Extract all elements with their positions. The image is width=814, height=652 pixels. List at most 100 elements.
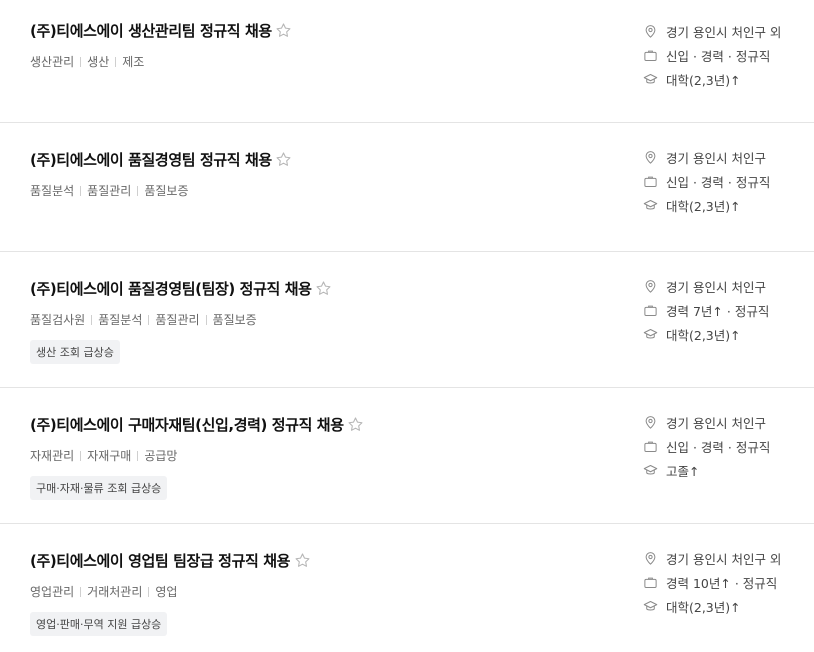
location-pin-icon bbox=[642, 550, 658, 566]
job-card[interactable]: (주)티에스에이 품질경영팀(팀장) 정규직 채용 품질검사원 품질분석 품질관… bbox=[0, 252, 814, 388]
location-row: 경기 용인시 처인구 bbox=[642, 145, 770, 169]
tag: 품질분석 bbox=[98, 313, 143, 327]
star-outline-icon[interactable] bbox=[293, 551, 311, 569]
career-text: 신입 · 경력 · 정규직 bbox=[666, 48, 771, 64]
job-card[interactable]: (주)티에스에이 구매자재팀(신입,경력) 정규직 채용 자재관리 자재구매 공… bbox=[0, 388, 814, 524]
tag-divider bbox=[80, 586, 82, 597]
career-row: 신입 · 경력 · 정규직 bbox=[642, 434, 770, 458]
tag: 품질관리 bbox=[155, 313, 200, 327]
tag: 품질관리 bbox=[87, 184, 132, 198]
tag: 생산 bbox=[87, 55, 110, 69]
tag-divider bbox=[148, 314, 150, 325]
tag-divider bbox=[80, 450, 82, 461]
job-meta: 경기 용인시 처인구 신입 · 경력 · 정규직 고졸↑ bbox=[642, 410, 770, 482]
job-meta: 경기 용인시 처인구 외 경력 10년↑ · 정규직 대학(2,3년)↑ bbox=[642, 546, 781, 618]
tag: 거래처관리 bbox=[87, 585, 143, 599]
location-row: 경기 용인시 처인구 bbox=[642, 274, 769, 298]
location-text: 경기 용인시 처인구 bbox=[666, 415, 766, 431]
education-text: 대학(2,3년)↑ bbox=[666, 599, 741, 615]
title-row: (주)티에스에이 품질경영팀(팀장) 정규직 채용 bbox=[30, 278, 333, 298]
star-outline-icon[interactable] bbox=[275, 21, 293, 39]
career-row: 경력 7년↑ · 정규직 bbox=[642, 298, 769, 322]
tag: 영업 bbox=[155, 585, 178, 599]
tag: 제조 bbox=[122, 55, 145, 69]
tag: 영업관리 bbox=[30, 585, 75, 599]
job-tags: 영업관리 거래처관리 영업 bbox=[30, 583, 177, 600]
briefcase-icon bbox=[642, 173, 658, 189]
location-text: 경기 용인시 처인구 bbox=[666, 279, 766, 295]
job-title[interactable]: (주)티에스에이 생산관리팀 정규직 채용 bbox=[30, 20, 272, 41]
career-text: 경력 7년↑ · 정규직 bbox=[666, 303, 770, 319]
career-row: 신입 · 경력 · 정규직 bbox=[642, 43, 781, 67]
trending-badge: 생산 조회 급상승 bbox=[30, 340, 120, 364]
location-text: 경기 용인시 처인구 bbox=[666, 150, 766, 166]
graduation-cap-icon bbox=[642, 598, 658, 614]
education-row: 대학(2,3년)↑ bbox=[642, 594, 781, 618]
career-text: 신입 · 경력 · 정규직 bbox=[666, 174, 771, 190]
location-text: 경기 용인시 처인구 외 bbox=[666, 551, 782, 567]
location-pin-icon bbox=[642, 278, 658, 294]
graduation-cap-icon bbox=[642, 197, 658, 213]
job-meta: 경기 용인시 처인구 경력 7년↑ · 정규직 대학(2,3년)↑ bbox=[642, 274, 769, 346]
tag-divider bbox=[205, 314, 207, 325]
education-row: 대학(2,3년)↑ bbox=[642, 193, 770, 217]
location-row: 경기 용인시 처인구 외 bbox=[642, 546, 781, 570]
career-text: 신입 · 경력 · 정규직 bbox=[666, 439, 771, 455]
job-card[interactable]: (주)티에스에이 영업팀 팀장급 정규직 채용 영업관리 거래처관리 영업 영업… bbox=[0, 524, 814, 652]
briefcase-icon bbox=[642, 574, 658, 590]
job-title[interactable]: (주)티에스에이 품질경영팀(팀장) 정규직 채용 bbox=[30, 278, 312, 299]
job-tags: 자재관리 자재구매 공급망 bbox=[30, 447, 177, 464]
star-outline-icon[interactable] bbox=[315, 279, 333, 297]
job-card[interactable]: (주)티에스에이 품질경영팀 정규직 채용 품질분석 품질관리 품질보증 경기 … bbox=[0, 123, 814, 252]
graduation-cap-icon bbox=[642, 462, 658, 478]
tag-divider bbox=[80, 185, 82, 196]
tag: 생산관리 bbox=[30, 55, 75, 69]
education-row: 대학(2,3년)↑ bbox=[642, 67, 781, 91]
job-meta: 경기 용인시 처인구 신입 · 경력 · 정규직 대학(2,3년)↑ bbox=[642, 145, 770, 217]
tag-divider bbox=[91, 314, 93, 325]
career-text: 경력 10년↑ · 정규직 bbox=[666, 575, 778, 591]
location-pin-icon bbox=[642, 414, 658, 430]
job-title[interactable]: (주)티에스에이 영업팀 팀장급 정규직 채용 bbox=[30, 550, 290, 571]
job-tags: 생산관리 생산 제조 bbox=[30, 53, 144, 70]
tag: 공급망 bbox=[144, 449, 178, 463]
job-card[interactable]: (주)티에스에이 생산관리팀 정규직 채용 생산관리 생산 제조 경기 용인시 … bbox=[0, 0, 814, 123]
tag: 품질분석 bbox=[30, 184, 75, 198]
job-tags: 품질검사원 품질분석 품질관리 품질보증 bbox=[30, 311, 257, 328]
graduation-cap-icon bbox=[642, 71, 658, 87]
tag-divider bbox=[137, 185, 139, 196]
star-outline-icon[interactable] bbox=[275, 150, 293, 168]
briefcase-icon bbox=[642, 47, 658, 63]
education-text: 고졸↑ bbox=[666, 463, 700, 479]
career-row: 경력 10년↑ · 정규직 bbox=[642, 570, 781, 594]
title-row: (주)티에스에이 영업팀 팀장급 정규직 채용 bbox=[30, 550, 311, 570]
education-row: 대학(2,3년)↑ bbox=[642, 322, 769, 346]
job-tags: 품질분석 품질관리 품질보증 bbox=[30, 182, 189, 199]
star-outline-icon[interactable] bbox=[347, 415, 365, 433]
tag: 품질검사원 bbox=[30, 313, 86, 327]
education-text: 대학(2,3년)↑ bbox=[666, 327, 741, 343]
trending-badge: 구매·자재·물류 조회 급상승 bbox=[30, 476, 168, 500]
tag: 자재관리 bbox=[30, 449, 75, 463]
briefcase-icon bbox=[642, 302, 658, 318]
trending-badge: 영업·판매·무역 지원 급상승 bbox=[30, 612, 168, 636]
title-row: (주)티에스에이 구매자재팀(신입,경력) 정규직 채용 bbox=[30, 414, 365, 434]
tag-divider bbox=[148, 586, 150, 597]
title-row: (주)티에스에이 생산관리팀 정규직 채용 bbox=[30, 20, 293, 40]
tag: 품질보증 bbox=[212, 313, 257, 327]
tag-divider bbox=[137, 450, 139, 461]
tag: 자재구매 bbox=[87, 449, 132, 463]
job-title[interactable]: (주)티에스에이 품질경영팀 정규직 채용 bbox=[30, 149, 272, 170]
location-text: 경기 용인시 처인구 외 bbox=[666, 24, 782, 40]
tag-divider bbox=[80, 56, 82, 67]
location-pin-icon bbox=[642, 23, 658, 39]
job-meta: 경기 용인시 처인구 외 신입 · 경력 · 정규직 대학(2,3년)↑ bbox=[642, 19, 781, 91]
tag-divider bbox=[115, 56, 117, 67]
location-row: 경기 용인시 처인구 bbox=[642, 410, 770, 434]
education-row: 고졸↑ bbox=[642, 458, 770, 482]
title-row: (주)티에스에이 품질경영팀 정규직 채용 bbox=[30, 149, 293, 169]
education-text: 대학(2,3년)↑ bbox=[666, 198, 741, 214]
tag: 품질보증 bbox=[144, 184, 189, 198]
location-pin-icon bbox=[642, 149, 658, 165]
job-title[interactable]: (주)티에스에이 구매자재팀(신입,경력) 정규직 채용 bbox=[30, 414, 344, 435]
